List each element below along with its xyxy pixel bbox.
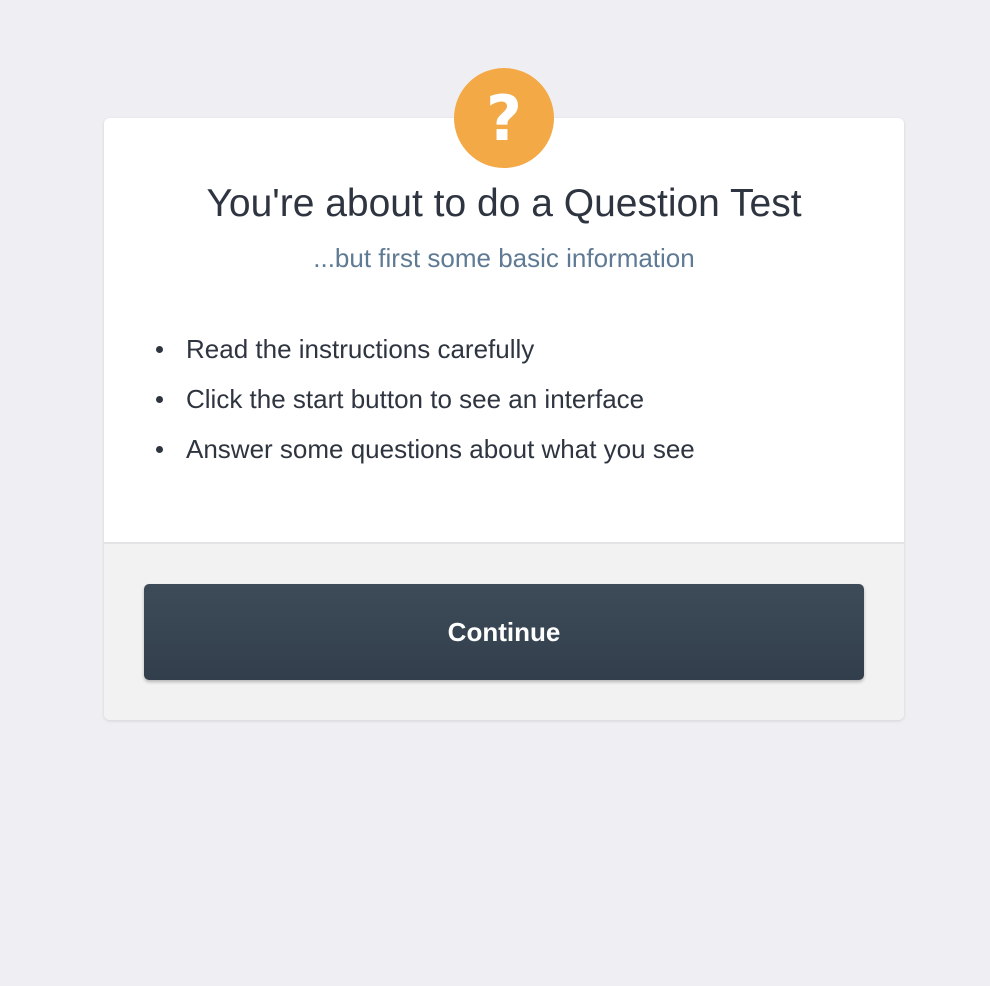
instruction-item: Answer some questions about what you see — [152, 424, 695, 474]
question-mark-icon: ? — [486, 82, 522, 155]
page-title: You're about to do a Question Test — [206, 182, 802, 225]
page-subtitle: ...but first some basic information — [313, 243, 695, 273]
question-badge: ? — [454, 68, 554, 168]
instruction-item: Read the instructions carefully — [152, 324, 695, 374]
intro-card: ? You're about to do a Question Test ...… — [104, 68, 904, 720]
instruction-list: Read the instructions carefully Click th… — [152, 324, 695, 474]
instruction-item: Click the start button to see an interfa… — [152, 374, 695, 424]
card-footer: Continue — [104, 542, 904, 720]
continue-button[interactable]: Continue — [144, 584, 864, 680]
